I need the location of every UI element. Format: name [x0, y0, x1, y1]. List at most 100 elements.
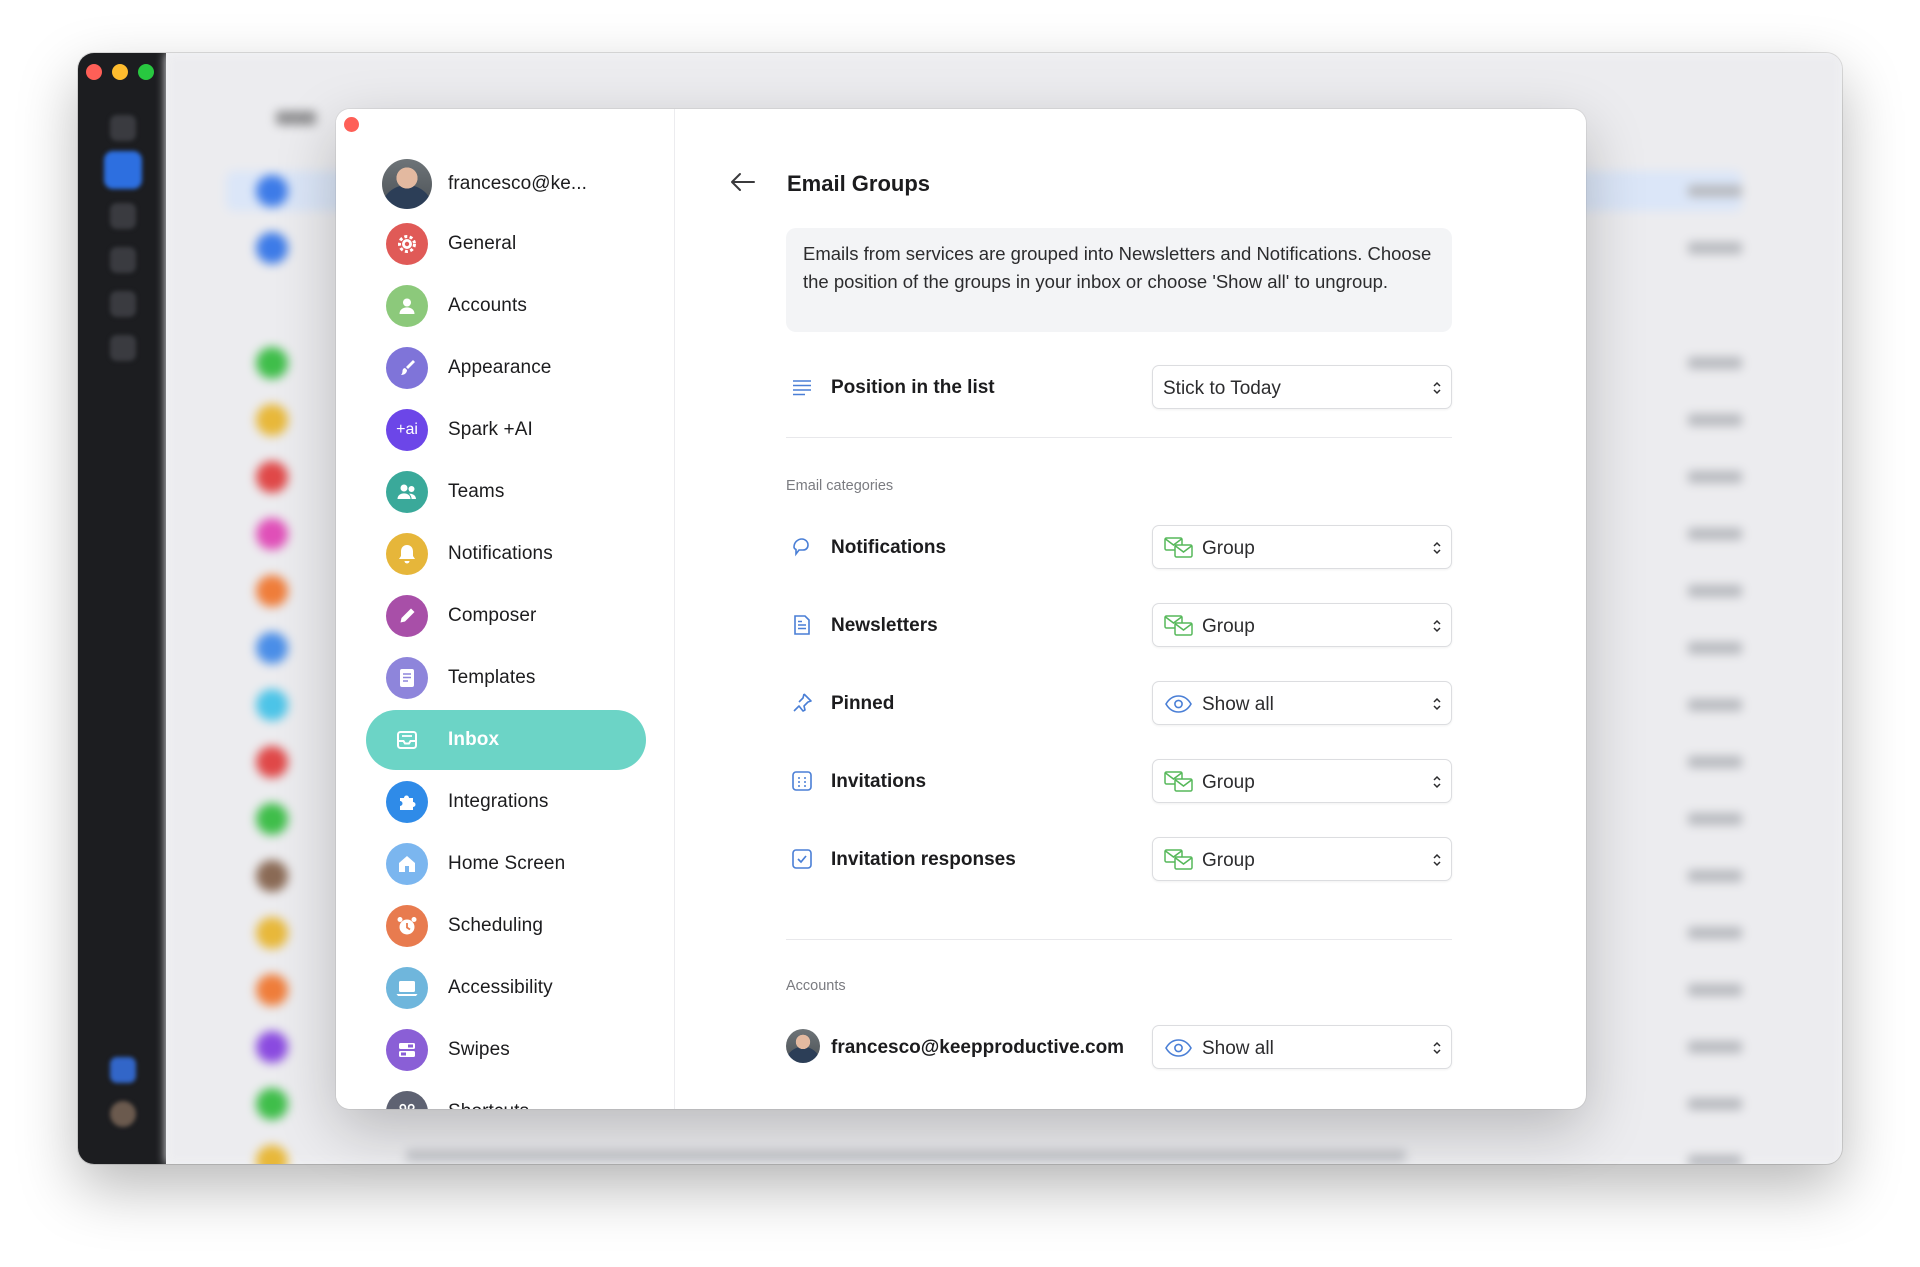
- sidebar-item-spark-ai[interactable]: +ai Spark +AI: [366, 400, 646, 460]
- category-select[interactable]: Group: [1152, 759, 1452, 803]
- sidebar-item-account[interactable]: francesco@ke...: [366, 154, 646, 214]
- avatar: [786, 1029, 820, 1063]
- back-arrow-icon[interactable]: [728, 169, 758, 195]
- chevron-updown-icon: [1433, 853, 1441, 867]
- left-rail: [78, 53, 166, 1164]
- home-icon: [386, 843, 428, 885]
- select-value: Group: [1202, 850, 1255, 871]
- command-icon: ⌘: [386, 1091, 428, 1109]
- sidebar-item-label: francesco@ke...: [448, 173, 588, 194]
- newsletter-icon: [794, 615, 810, 635]
- info-description: Emails from services are grouped into Ne…: [786, 228, 1452, 332]
- sidebar-item-teams[interactable]: Teams: [366, 462, 646, 522]
- sidebar-item-label: Accounts: [448, 295, 527, 316]
- laptop-icon: [386, 967, 428, 1009]
- rail-icon: [110, 203, 136, 229]
- category-label: Notifications: [831, 537, 947, 558]
- sidebar-item-label: Integrations: [448, 791, 549, 812]
- document-icon: [386, 657, 428, 699]
- sidebar-item-accessibility[interactable]: Accessibility: [366, 958, 646, 1018]
- group-envelope-icon: [1164, 771, 1193, 792]
- rail-compose-icon: [110, 1057, 136, 1083]
- sidebar-item-label: Teams: [448, 481, 505, 502]
- sidebar-item-label: Shortcuts: [448, 1101, 529, 1109]
- category-row-newsletters: Newsletters Group: [786, 603, 1452, 649]
- category-row-invitation-responses: Invitation responses Group: [786, 837, 1452, 883]
- calendar-check-icon: [792, 849, 812, 869]
- ai-icon: +ai: [386, 409, 428, 451]
- sidebar-item-templates[interactable]: Templates: [366, 648, 646, 708]
- category-select[interactable]: Show all: [1152, 681, 1452, 725]
- inbox-icon: [386, 719, 428, 761]
- rail-avatar: [110, 1101, 136, 1127]
- chevron-updown-icon: [1433, 619, 1441, 633]
- position-select[interactable]: Stick to Today: [1152, 365, 1452, 409]
- select-value: Group: [1202, 616, 1255, 637]
- alarm-clock-icon: [386, 905, 428, 947]
- category-label: Invitations: [831, 771, 927, 792]
- category-label: Invitation responses: [831, 849, 1016, 870]
- divider: [786, 939, 1452, 940]
- category-select[interactable]: Group: [1152, 525, 1452, 569]
- minimize-window-button[interactable]: [112, 64, 128, 80]
- select-value: Group: [1202, 538, 1255, 559]
- group-envelope-icon: [1164, 849, 1193, 870]
- sidebar-item-inbox[interactable]: Inbox: [366, 710, 646, 770]
- list-lines-icon: [793, 380, 811, 396]
- rail-icon: [110, 335, 136, 361]
- eye-icon: [1165, 1039, 1192, 1057]
- pin-icon: [793, 693, 812, 712]
- select-value: Group: [1202, 772, 1255, 793]
- sidebar-item-label: Composer: [448, 605, 537, 626]
- chevron-updown-icon: [1433, 541, 1441, 555]
- bell-icon: [386, 533, 428, 575]
- chevron-updown-icon: [1433, 775, 1441, 789]
- sidebar-item-appearance[interactable]: Appearance: [366, 338, 646, 398]
- calendar-icon: [792, 771, 812, 791]
- account-label: francesco@keepproductive.com: [831, 1037, 1125, 1058]
- category-row-invitations: Invitations Group: [786, 759, 1452, 805]
- sidebar-item-general[interactable]: General: [366, 214, 646, 274]
- sidebar-item-accounts[interactable]: Accounts: [366, 276, 646, 336]
- chevron-updown-icon: [1433, 381, 1441, 395]
- select-value: Show all: [1202, 1038, 1274, 1059]
- sidebar-item-label: Swipes: [448, 1039, 510, 1060]
- category-row-notifications: Notifications Group: [786, 525, 1452, 571]
- divider: [786, 437, 1452, 438]
- position-label: Position in the list: [831, 377, 995, 398]
- sidebar-item-label: Home Screen: [448, 853, 566, 874]
- sidebar-item-composer[interactable]: Composer: [366, 586, 646, 646]
- category-select[interactable]: Group: [1152, 603, 1452, 647]
- category-row-pinned: Pinned Show all: [786, 681, 1452, 727]
- accounts-header: Accounts: [786, 978, 846, 994]
- group-envelope-icon: [1164, 537, 1193, 558]
- puzzle-icon: [386, 781, 428, 823]
- sidebar-item-label: Spark +AI: [448, 419, 533, 440]
- eye-icon: [1165, 695, 1192, 713]
- close-dialog-button[interactable]: [344, 117, 359, 132]
- page-title: Email Groups: [787, 171, 931, 196]
- rail-icon: [110, 291, 136, 317]
- sidebar-item-label: Appearance: [448, 357, 552, 378]
- sidebar-item-shortcuts[interactable]: ⌘ Shortcuts: [366, 1082, 646, 1109]
- sidebar-item-scheduling[interactable]: Scheduling: [366, 896, 646, 956]
- sidebar-item-label: Accessibility: [448, 977, 553, 998]
- sidebar-item-integrations[interactable]: Integrations: [366, 772, 646, 832]
- sidebar-item-label: General: [448, 233, 517, 254]
- window-controls: [86, 64, 154, 80]
- settings-sidebar: francesco@ke... General Accounts Appeara…: [336, 109, 675, 1109]
- category-select[interactable]: Group: [1152, 837, 1452, 881]
- sidebar-item-home-screen[interactable]: Home Screen: [366, 834, 646, 894]
- pencil-icon: [386, 595, 428, 637]
- people-icon: [386, 471, 428, 513]
- sidebar-item-notifications[interactable]: Notifications: [366, 524, 646, 584]
- rail-icon: [110, 247, 136, 273]
- rail-icon: [110, 115, 136, 141]
- zoom-window-button[interactable]: [138, 64, 154, 80]
- close-window-button[interactable]: [86, 64, 102, 80]
- sidebar-item-swipes[interactable]: Swipes: [366, 1020, 646, 1080]
- sidebar-item-label: Templates: [448, 667, 536, 688]
- category-label: Newsletters: [831, 615, 938, 636]
- swipe-icon: [386, 1029, 428, 1071]
- account-select[interactable]: Show all: [1152, 1025, 1452, 1069]
